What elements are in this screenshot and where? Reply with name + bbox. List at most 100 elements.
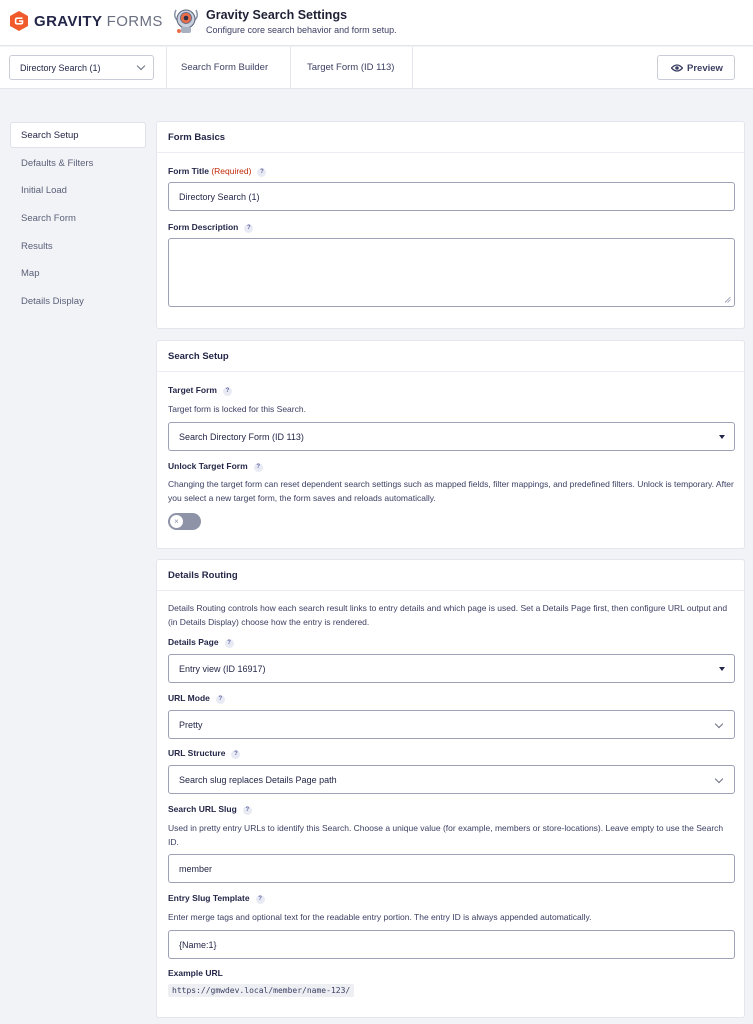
details-routing-card: Details Routing Details Routing controls… bbox=[156, 559, 745, 1018]
url-structure-label: URL Structure? bbox=[168, 748, 241, 759]
page-title: Gravity Search Settings bbox=[206, 8, 348, 22]
gravity-forms-logo-icon bbox=[10, 11, 28, 31]
label-text: Search URL Slug bbox=[168, 804, 237, 814]
tab-search-form-builder[interactable]: Search Form Builder bbox=[181, 62, 268, 73]
example-url-value: https://gmwdev.local/member/name-123/ bbox=[168, 984, 355, 997]
help-icon[interactable]: ? bbox=[224, 639, 234, 648]
chevron-down-icon bbox=[714, 719, 724, 729]
help-icon[interactable]: ? bbox=[215, 695, 225, 704]
sidebar-item-results[interactable]: Results bbox=[10, 233, 146, 259]
select-value: Pretty bbox=[179, 720, 203, 730]
gravity-forms-logo: GRAVITY FORMS bbox=[10, 11, 163, 31]
resize-handle-icon[interactable] bbox=[724, 296, 731, 303]
required-marker: (Required) bbox=[211, 166, 252, 176]
unlock-target-form-toggle[interactable]: × bbox=[168, 513, 201, 530]
toggle-off-x-icon: × bbox=[170, 515, 183, 528]
details-page-label: Details Page? bbox=[168, 637, 234, 648]
toolbar: Directory Search (1) Search Form Builder… bbox=[0, 47, 753, 89]
help-icon[interactable]: ? bbox=[253, 463, 263, 472]
page-subtitle: Configure core search behavior and form … bbox=[206, 25, 397, 35]
sidebar-item-label: Initial Load bbox=[21, 185, 67, 196]
sidebar-item-map[interactable]: Map bbox=[10, 260, 146, 286]
label-text: URL Structure bbox=[168, 748, 226, 758]
sidebar-item-label: Details Display bbox=[21, 296, 84, 307]
toolbar-divider bbox=[290, 47, 291, 89]
sidebar-item-label: Defaults & Filters bbox=[21, 158, 94, 169]
form-description-textarea[interactable] bbox=[168, 238, 735, 307]
sidebar-item-details-display[interactable]: Details Display bbox=[10, 288, 146, 314]
app-header: GRAVITY FORMS Gravity Search Settings Co… bbox=[0, 0, 753, 46]
search-url-slug-label: Search URL Slug? bbox=[168, 804, 252, 815]
help-icon[interactable]: ? bbox=[257, 168, 267, 177]
select-value: Search slug replaces Details Page path bbox=[179, 775, 337, 785]
form-title-label: Form Title (Required)? bbox=[168, 166, 267, 177]
select-value: Search Directory Form (ID 113) bbox=[179, 432, 304, 442]
target-form-select[interactable]: Search Directory Form (ID 113) bbox=[168, 422, 735, 451]
help-icon[interactable]: ? bbox=[244, 224, 254, 233]
label-text: URL Mode bbox=[168, 693, 210, 703]
search-selector-value: Directory Search (1) bbox=[20, 63, 101, 73]
gravity-search-mascot-icon bbox=[173, 9, 199, 33]
tab-target-form[interactable]: Target Form (ID 113) bbox=[307, 62, 394, 73]
entry-slug-template-label: Entry Slug Template? bbox=[168, 893, 265, 904]
sidebar-item-label: Map bbox=[21, 268, 40, 279]
brand-light: FORMS bbox=[106, 12, 163, 30]
eye-icon bbox=[671, 64, 683, 72]
sidebar-item-defaults-filters[interactable]: Defaults & Filters bbox=[10, 150, 146, 176]
chevron-down-icon bbox=[136, 61, 146, 71]
example-url-label: Example URL bbox=[168, 968, 223, 978]
brand-bold: GRAVITY bbox=[34, 12, 103, 30]
toolbar-divider bbox=[412, 47, 413, 89]
details-routing-intro: Details Routing controls how each search… bbox=[168, 603, 728, 627]
help-icon[interactable]: ? bbox=[242, 806, 252, 815]
search-selector-dropdown[interactable]: Directory Search (1) bbox=[9, 55, 154, 80]
label-text: Form Title bbox=[168, 166, 209, 176]
search-url-slug-description: Used in pretty entry URLs to identify th… bbox=[168, 823, 724, 847]
details-page-select[interactable]: Entry view (ID 16917) bbox=[168, 654, 735, 683]
label-text: Entry Slug Template bbox=[168, 893, 250, 903]
preview-button-label: Preview bbox=[687, 63, 723, 74]
label-text: Details Page bbox=[168, 637, 219, 647]
toolbar-divider bbox=[166, 47, 167, 89]
unlock-target-form-description: Changing the target form can reset depen… bbox=[168, 479, 734, 503]
chevron-down-icon bbox=[714, 774, 724, 784]
sidebar-item-label: Search Setup bbox=[21, 130, 79, 141]
form-description-label: Form Description? bbox=[168, 222, 254, 233]
target-form-label: Target Form? bbox=[168, 385, 232, 396]
label-text: Target Form bbox=[168, 385, 217, 395]
sidebar-item-search-setup[interactable]: Search Setup bbox=[10, 122, 146, 148]
card-title: Search Setup bbox=[168, 351, 229, 362]
caret-down-icon bbox=[719, 435, 725, 439]
search-url-slug-input[interactable]: member bbox=[168, 854, 735, 883]
entry-slug-template-description: Enter merge tags and optional text for t… bbox=[168, 912, 592, 922]
card-title: Details Routing bbox=[168, 570, 238, 581]
help-icon[interactable]: ? bbox=[222, 387, 232, 396]
card-header: Details Routing bbox=[157, 560, 744, 591]
input-value: {Name:1} bbox=[179, 940, 217, 950]
sidebar-item-initial-load[interactable]: Initial Load bbox=[10, 177, 146, 203]
entry-slug-template-input[interactable]: {Name:1} bbox=[168, 930, 735, 959]
input-value: Directory Search (1) bbox=[179, 192, 260, 202]
select-value: Entry view (ID 16917) bbox=[179, 664, 266, 674]
help-icon[interactable]: ? bbox=[231, 750, 241, 759]
url-structure-select[interactable]: Search slug replaces Details Page path bbox=[168, 765, 735, 794]
preview-button[interactable]: Preview bbox=[657, 55, 735, 80]
label-text: Form Description bbox=[168, 222, 239, 232]
url-mode-label: URL Mode? bbox=[168, 693, 225, 704]
sidebar-item-label: Results bbox=[21, 241, 53, 252]
caret-down-icon bbox=[719, 667, 725, 671]
card-header: Form Basics bbox=[157, 122, 744, 153]
url-mode-select[interactable]: Pretty bbox=[168, 710, 735, 739]
sidebar-item-label: Search Form bbox=[21, 213, 76, 224]
help-icon[interactable]: ? bbox=[255, 895, 265, 904]
card-header: Search Setup bbox=[157, 341, 744, 372]
search-setup-card: Search Setup Target Form? Target form is… bbox=[156, 340, 745, 549]
unlock-target-form-label: Unlock Target Form? bbox=[168, 461, 263, 472]
sidebar-item-search-form[interactable]: Search Form bbox=[10, 205, 146, 231]
form-title-input[interactable]: Directory Search (1) bbox=[168, 182, 735, 211]
input-value: member bbox=[179, 864, 213, 874]
target-form-note: Target form is locked for this Search. bbox=[168, 404, 306, 414]
label-text: Unlock Target Form bbox=[168, 461, 248, 471]
card-title: Form Basics bbox=[168, 132, 226, 143]
form-basics-card: Form Basics Form Title (Required)? Direc… bbox=[156, 121, 745, 329]
